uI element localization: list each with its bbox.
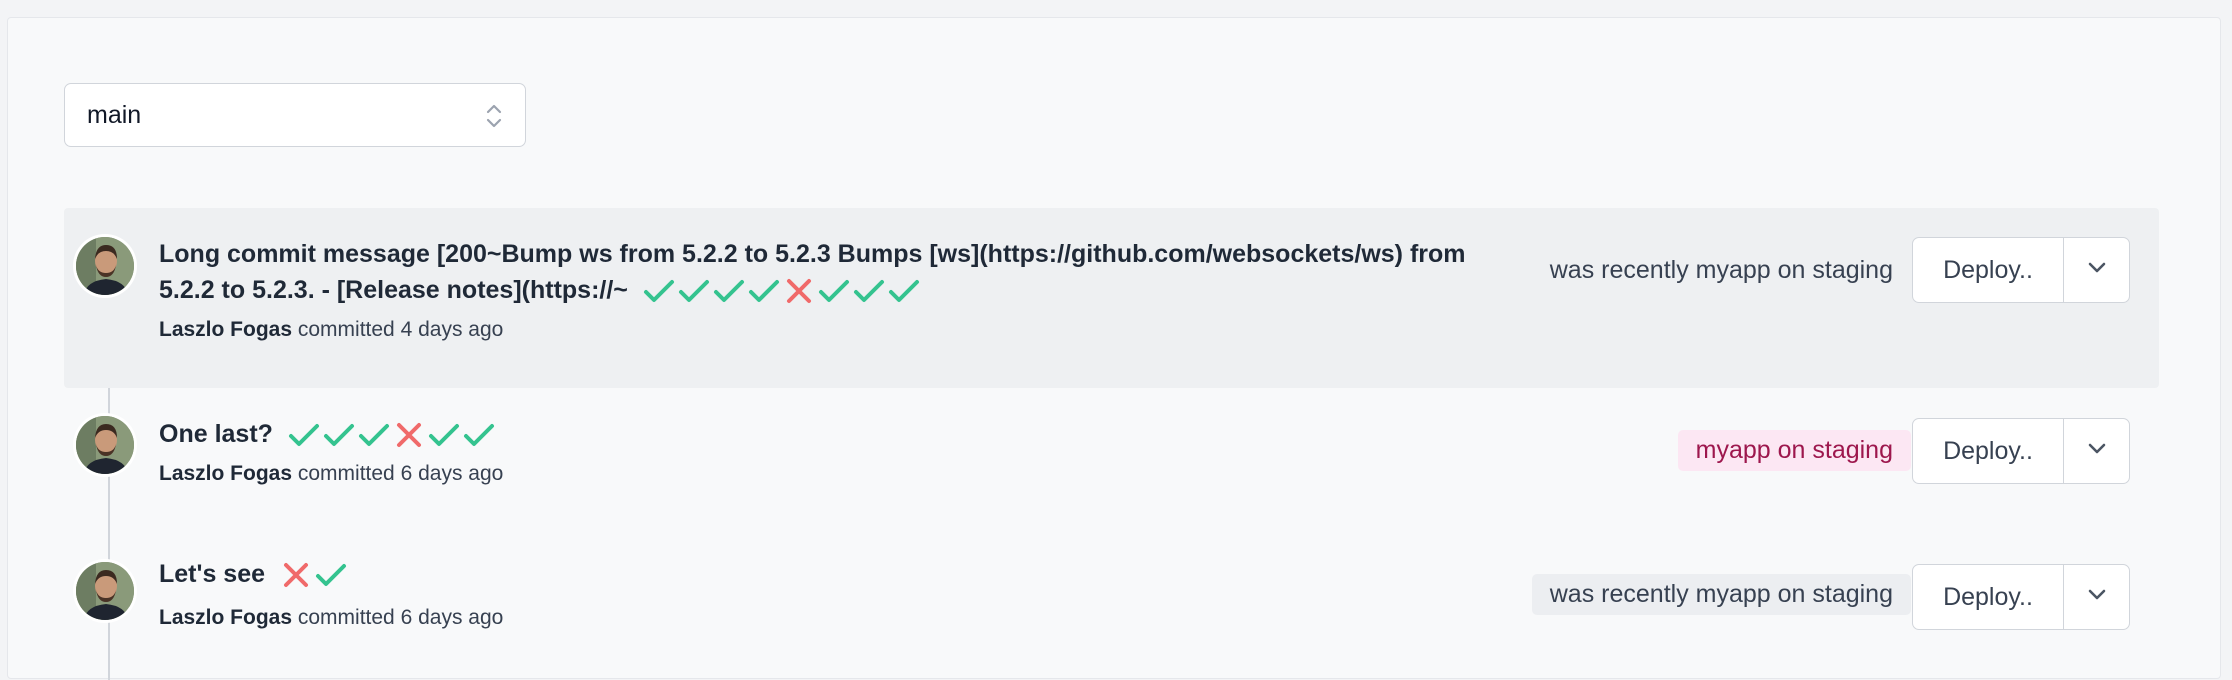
check-success-icon[interactable] — [288, 422, 320, 448]
commit-time: 6 days ago — [400, 462, 504, 485]
check-success-icon[interactable] — [463, 422, 495, 448]
commit-row: Let's see Laszlo Fogas committed 6 days … — [64, 556, 2159, 666]
chevron-down-icon — [2087, 588, 2107, 607]
commit-title-text: Let's see — [159, 560, 266, 588]
deploy-button[interactable]: Deploy.. — [1913, 238, 2064, 302]
deploy-status-badge: was recently myapp on staging — [1531, 574, 1911, 615]
deploy-status-badge: myapp on staging — [1677, 430, 1911, 471]
check-failure-icon[interactable] — [393, 422, 425, 448]
check-success-icon[interactable] — [643, 278, 675, 304]
check-failure-icon[interactable] — [783, 278, 815, 304]
commit-title[interactable]: Long commit message [200~Bump ws from 5.… — [159, 236, 1519, 308]
select-updown-icon — [485, 100, 503, 139]
check-success-icon[interactable] — [888, 278, 920, 304]
commit-time: 4 days ago — [400, 318, 504, 341]
branch-select-value: main — [87, 100, 142, 129]
deploy-dropdown-toggle[interactable] — [2064, 238, 2129, 302]
commit-meta: Laszlo Fogas committed 6 days ago — [159, 462, 503, 486]
chevron-down-icon — [2087, 261, 2107, 280]
commit-title[interactable]: One last? — [159, 416, 495, 452]
deploy-dropdown-toggle[interactable] — [2064, 419, 2129, 483]
commit-author: Laszlo Fogas — [159, 318, 293, 341]
commit-title[interactable]: Let's see — [159, 556, 347, 592]
avatar — [76, 416, 134, 474]
commit-time: 6 days ago — [400, 606, 504, 629]
deploy-button-group: Deploy.. — [1912, 418, 2130, 484]
commit-title-text: One last? — [159, 420, 273, 448]
deploy-button-group: Deploy.. — [1912, 237, 2130, 303]
deploy-button[interactable]: Deploy.. — [1913, 419, 2064, 483]
committed-label: committed — [297, 318, 395, 341]
check-success-icon[interactable] — [853, 278, 885, 304]
check-statuses — [288, 422, 495, 448]
check-statuses — [643, 278, 920, 304]
check-statuses — [280, 562, 347, 588]
committed-label: committed — [297, 606, 395, 629]
commit-author: Laszlo Fogas — [159, 606, 293, 629]
branch-select[interactable]: main — [64, 83, 526, 147]
commit-row: Long commit message [200~Bump ws from 5.… — [64, 208, 2159, 388]
check-success-icon[interactable] — [818, 278, 850, 304]
check-success-icon[interactable] — [428, 422, 460, 448]
deploy-button[interactable]: Deploy.. — [1913, 565, 2064, 629]
check-failure-icon[interactable] — [280, 562, 312, 588]
commit-row: One last? Laszlo Fogas committed 6 days … — [64, 410, 2159, 520]
deploy-dropdown-toggle[interactable] — [2064, 565, 2129, 629]
commit-meta: Laszlo Fogas committed 6 days ago — [159, 606, 503, 630]
deploy-status: was recently myapp on staging — [1549, 256, 1893, 284]
deploy-button-group: Deploy.. — [1912, 564, 2130, 630]
check-success-icon[interactable] — [678, 278, 710, 304]
check-success-icon[interactable] — [323, 422, 355, 448]
chevron-down-icon — [2087, 442, 2107, 461]
check-success-icon[interactable] — [713, 278, 745, 304]
check-success-icon[interactable] — [748, 278, 780, 304]
avatar — [76, 562, 134, 620]
commit-author: Laszlo Fogas — [159, 462, 293, 485]
check-success-icon[interactable] — [358, 422, 390, 448]
check-success-icon[interactable] — [315, 562, 347, 588]
commit-meta: Laszlo Fogas committed 4 days ago — [159, 318, 503, 342]
committed-label: committed — [297, 462, 395, 485]
avatar — [76, 237, 134, 295]
